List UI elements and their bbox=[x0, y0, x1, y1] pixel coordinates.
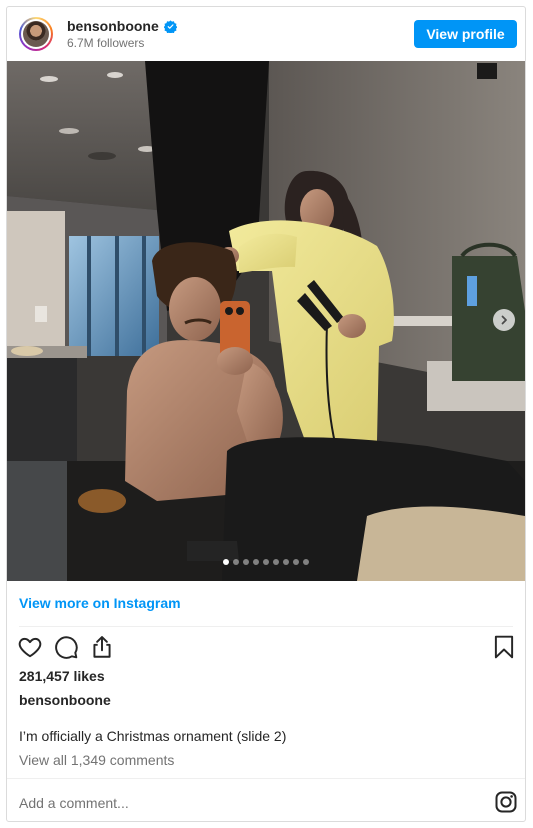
like-count[interactable]: 281,457 likes bbox=[19, 668, 105, 684]
action-bar bbox=[7, 634, 525, 662]
follower-count: 6.7M followers bbox=[67, 36, 145, 50]
view-profile-button[interactable]: View profile bbox=[414, 20, 517, 48]
caption-username[interactable]: bensonboone bbox=[19, 692, 111, 708]
add-comment-field[interactable]: Add a comment... bbox=[19, 795, 129, 811]
avatar[interactable] bbox=[19, 17, 53, 51]
post-image[interactable] bbox=[7, 61, 525, 581]
carousel-indicator bbox=[7, 559, 525, 565]
carousel-dot bbox=[223, 559, 229, 565]
share-icon[interactable] bbox=[89, 634, 115, 660]
next-slide-button[interactable] bbox=[493, 309, 515, 331]
username-link[interactable]: bensonboone bbox=[67, 18, 159, 34]
avatar-image bbox=[23, 21, 49, 47]
carousel-dot bbox=[273, 559, 279, 565]
chevron-right-icon bbox=[501, 315, 507, 325]
carousel-dot bbox=[303, 559, 309, 565]
carousel-dot bbox=[253, 559, 259, 565]
instagram-logo-icon[interactable] bbox=[494, 790, 518, 814]
post-header: bensonboone 6.7M followers View profile bbox=[7, 7, 525, 61]
instagram-embed-card: bensonboone 6.7M followers View profile bbox=[6, 6, 526, 822]
carousel-dot bbox=[283, 559, 289, 565]
carousel-dot bbox=[233, 559, 239, 565]
verified-badge-icon bbox=[164, 20, 177, 33]
post-caption: I’m officially a Christmas ornament (sli… bbox=[19, 728, 287, 744]
carousel-dot bbox=[293, 559, 299, 565]
view-all-comments-link[interactable]: View all 1,349 comments bbox=[19, 752, 174, 768]
carousel-dot bbox=[243, 559, 249, 565]
carousel-dot bbox=[263, 559, 269, 565]
comment-icon[interactable] bbox=[53, 634, 79, 660]
photo-illustration bbox=[7, 61, 525, 581]
heart-icon[interactable] bbox=[17, 634, 43, 660]
view-more-on-instagram-link[interactable]: View more on Instagram bbox=[19, 595, 181, 611]
divider bbox=[19, 626, 513, 627]
bookmark-icon[interactable] bbox=[491, 634, 517, 660]
divider bbox=[7, 778, 525, 779]
